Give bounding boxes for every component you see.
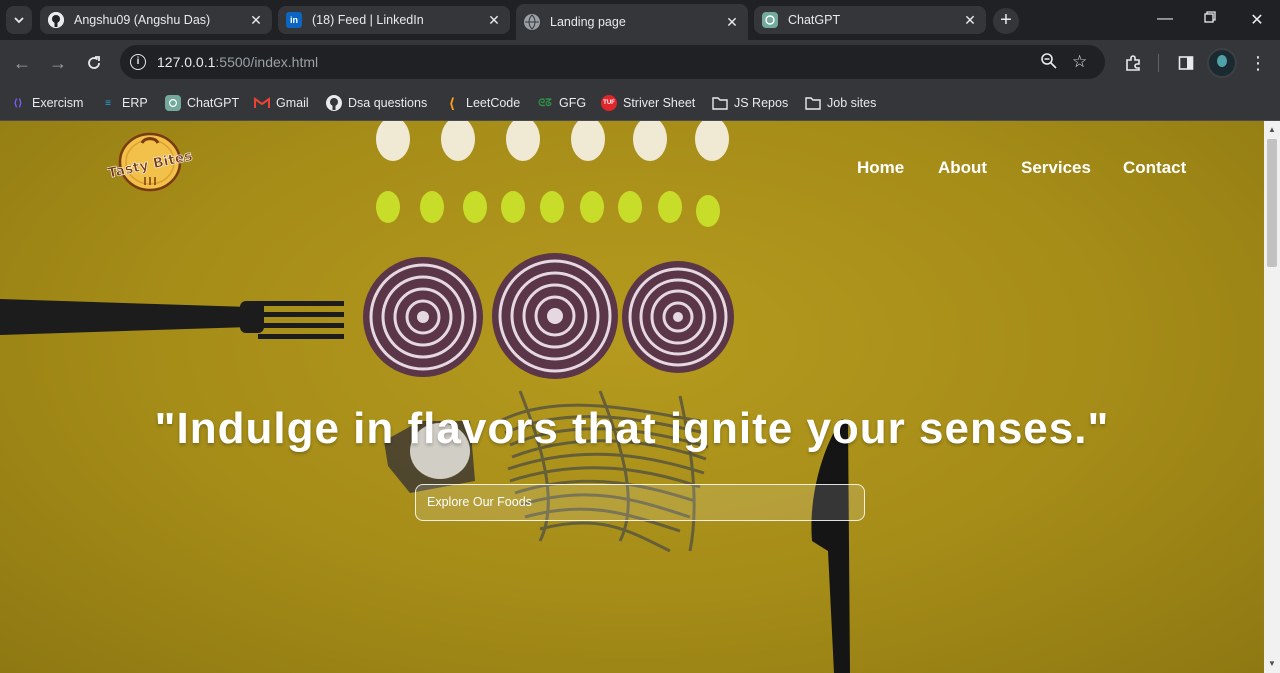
tab-search-button[interactable] <box>6 6 32 34</box>
back-icon[interactable]: ← <box>10 51 34 75</box>
striver-icon: TUF <box>601 95 617 111</box>
bookmark-label: ERP <box>122 96 148 110</box>
tab-github[interactable]: Angshu09 (Angshu Das) ✕ <box>40 6 272 34</box>
scroll-up-icon[interactable]: ▲ <box>1264 123 1280 137</box>
folder-icon <box>712 95 728 111</box>
toolbar-divider <box>1158 54 1159 72</box>
nav-home[interactable]: Home <box>857 158 904 178</box>
site-info-icon[interactable]: i <box>130 54 146 70</box>
hero-food-image <box>0 121 850 673</box>
gmail-icon <box>254 95 270 111</box>
erp-icon: ≡ <box>105 97 111 109</box>
nav-services[interactable]: Services <box>1021 158 1091 178</box>
bookmark-label: Striver Sheet <box>623 96 696 110</box>
bookmark-label: Dsa questions <box>348 96 428 110</box>
chatgpt-icon <box>762 12 778 28</box>
minimize-icon[interactable]: — <box>1155 10 1175 28</box>
bookmark-label: Exercism <box>32 96 84 110</box>
close-icon[interactable]: ✕ <box>248 12 264 28</box>
tab-title: ChatGPT <box>788 13 841 27</box>
bookmark-exercism[interactable]: ⟨⟩ Exercism <box>10 93 83 113</box>
bookmark-folder-js-repos[interactable]: JS Repos <box>712 93 788 113</box>
tab-title: Landing page <box>550 15 626 29</box>
browser-toolbar: ← → i 127.0.0.1:5500/index.html ☆ ⋮ <box>0 40 1280 85</box>
bookmark-star-icon[interactable]: ☆ <box>1072 52 1087 72</box>
bookmark-gfg[interactable]: ᘓᘔ GFG <box>537 93 586 113</box>
profile-avatar[interactable] <box>1207 48 1237 78</box>
bookmark-chatgpt[interactable]: ChatGPT <box>165 93 239 113</box>
bookmark-leetcode[interactable]: ⟨ LeetCode <box>444 93 520 113</box>
scroll-thumb[interactable] <box>1267 139 1277 267</box>
leetcode-icon: ⟨ <box>448 94 456 111</box>
restore-icon[interactable] <box>1200 10 1220 28</box>
chatgpt-icon <box>165 95 181 111</box>
menu-kebab-icon[interactable]: ⋮ <box>1246 51 1270 75</box>
forward-icon[interactable]: → <box>46 51 70 75</box>
address-url[interactable]: 127.0.0.1:5500/index.html <box>157 54 318 70</box>
close-icon[interactable]: ✕ <box>962 12 978 28</box>
bookmark-dsa-questions[interactable]: Dsa questions <box>326 93 427 113</box>
bookmark-folder-job-sites[interactable]: Job sites <box>805 93 876 113</box>
bookmark-gmail[interactable]: Gmail <box>254 93 309 113</box>
chevron-down-icon <box>14 17 24 24</box>
exercism-icon: ⟨⟩ <box>13 97 23 109</box>
side-panel-icon[interactable] <box>1174 51 1198 75</box>
reload-icon[interactable] <box>82 51 106 75</box>
hero-headline: "Indulge in flavors that ignite your sen… <box>154 404 1110 453</box>
explore-foods-button[interactable]: Explore Our Foods <box>415 484 865 521</box>
bookmark-label: Gmail <box>276 96 309 110</box>
bookmark-label: ChatGPT <box>187 96 240 110</box>
github-icon <box>326 95 342 111</box>
address-bar[interactable]: i 127.0.0.1:5500/index.html ☆ <box>120 45 1105 79</box>
tab-strip: Angshu09 (Angshu Das) ✕ in (18) Feed | L… <box>0 0 1280 40</box>
tab-title: Angshu09 (Angshu Das) <box>74 13 211 27</box>
page-scrollbar[interactable]: ▲ ▼ <box>1264 121 1280 673</box>
close-icon[interactable]: ✕ <box>486 12 502 28</box>
bookmark-striver-sheet[interactable]: TUF Striver Sheet <box>601 93 695 113</box>
nav-contact[interactable]: Contact <box>1123 158 1186 178</box>
extensions-icon[interactable] <box>1121 51 1145 75</box>
bookmark-label: GFG <box>559 96 587 110</box>
window-close-icon[interactable]: ✕ <box>1247 10 1267 30</box>
zoom-icon[interactable] <box>1040 52 1058 75</box>
scroll-down-icon[interactable]: ▼ <box>1264 657 1280 671</box>
tab-chatgpt[interactable]: ChatGPT ✕ <box>754 6 986 34</box>
close-icon[interactable]: ✕ <box>724 14 740 30</box>
bookmark-label: JS Repos <box>734 96 789 110</box>
globe-icon <box>524 14 540 30</box>
gfg-icon: ᘓᘔ <box>538 97 552 109</box>
page-viewport: Tasty Bites Home About Services Contact … <box>0 121 1264 673</box>
linkedin-icon: in <box>286 12 302 28</box>
github-icon <box>48 12 64 28</box>
nav-about[interactable]: About <box>938 158 987 178</box>
tab-linkedin[interactable]: in (18) Feed | LinkedIn ✕ <box>278 6 510 34</box>
bookmark-label: Job sites <box>827 96 877 110</box>
tab-landing-page[interactable]: Landing page ✕ <box>516 4 748 40</box>
bookmarks-bar: ⟨⟩ Exercism ≡ ERP ChatGPT Gmail Dsa ques… <box>0 85 1280 121</box>
tasty-bites-logo[interactable]: Tasty Bites <box>107 131 193 193</box>
tab-title: (18) Feed | LinkedIn <box>312 13 424 27</box>
bookmark-label: LeetCode <box>466 96 521 110</box>
new-tab-button[interactable]: + <box>993 8 1019 34</box>
folder-icon <box>805 95 821 111</box>
bookmark-erp[interactable]: ≡ ERP <box>100 93 148 113</box>
